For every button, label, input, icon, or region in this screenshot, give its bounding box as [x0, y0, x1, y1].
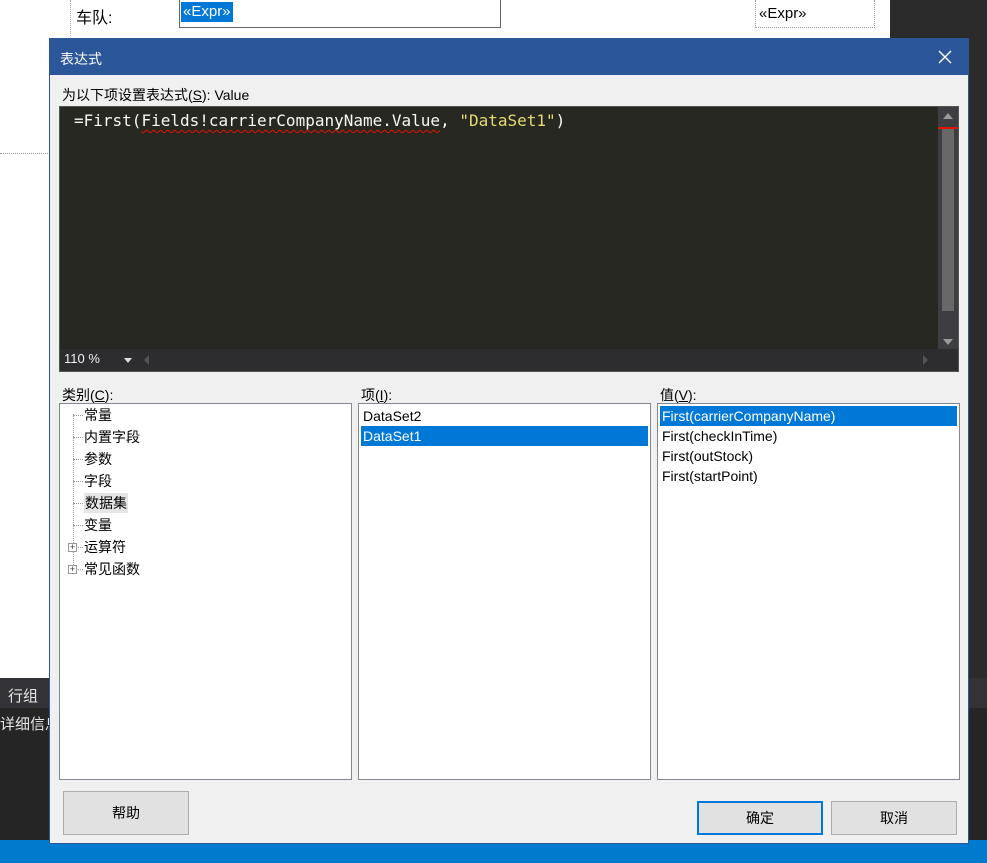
list-item-dataset1[interactable]: DataSet1	[361, 426, 648, 446]
tree-branch	[73, 481, 83, 482]
tree-branch	[73, 525, 83, 526]
row-groups-label: 行组	[8, 688, 39, 705]
expand-plus-icon[interactable]: +	[68, 543, 77, 552]
scroll-up-icon[interactable]	[943, 113, 953, 119]
tree-item-constants[interactable]: 常量	[84, 405, 112, 425]
items-label: 项(I):	[361, 387, 393, 403]
editor-vertical-scrollbar[interactable]	[938, 107, 958, 351]
expression-code[interactable]: =First(Fields!carrierCompanyName.Value, …	[74, 111, 565, 130]
scroll-left-icon[interactable]	[144, 355, 149, 365]
list-item-value[interactable]: First(carrierCompanyName)	[660, 406, 957, 426]
expr-selected-text[interactable]: «Expr»	[181, 2, 233, 22]
category-label: 类别(C):	[62, 387, 114, 403]
field-reference-error: Fields!carrierCompanyName.Value	[141, 111, 441, 130]
cancel-button[interactable]: 取消	[831, 801, 957, 835]
cell-border-guide	[70, 0, 72, 36]
help-button[interactable]: 帮助	[63, 791, 189, 835]
close-button[interactable]	[922, 39, 968, 75]
expand-plus-icon[interactable]: +	[68, 565, 77, 574]
ok-button[interactable]: 确定	[697, 801, 823, 835]
tree-item-datasets[interactable]: 数据集	[84, 493, 128, 513]
expression-dialog: 表达式 为以下项设置表达式(S): Value =First(Fields!ca…	[49, 38, 969, 844]
team-label-cell: 车队:	[76, 10, 113, 27]
string-literal: "DataSet1"	[459, 111, 556, 130]
category-tree[interactable]: 常量 内置字段 参数 字段 数据集 变量 + 运算符 + 常见函数	[59, 403, 352, 780]
list-item-dataset2[interactable]: DataSet2	[361, 406, 648, 426]
tree-item-operators[interactable]: 运算符	[84, 537, 126, 557]
dialog-titlebar[interactable]: 表达式	[50, 39, 968, 75]
tree-item-fields[interactable]: 字段	[84, 471, 112, 491]
values-list[interactable]: First(carrierCompanyName) First(checkInT…	[657, 403, 960, 780]
items-list[interactable]: DataSet2 DataSet1	[358, 403, 651, 780]
chevron-down-icon[interactable]	[124, 358, 132, 363]
scrollbar-thumb[interactable]	[942, 129, 954, 311]
tree-item-parameters[interactable]: 参数	[84, 449, 112, 469]
zoom-level-dropdown[interactable]: 110 %	[64, 351, 100, 366]
values-label: 值(V):	[660, 387, 697, 403]
scroll-right-icon[interactable]	[923, 355, 928, 365]
tree-branch	[73, 459, 83, 460]
tree-branch	[73, 415, 83, 416]
cell-border-guide	[0, 153, 50, 154]
tree-item-variables[interactable]: 变量	[84, 515, 112, 535]
list-item-value[interactable]: First(startPoint)	[660, 466, 957, 486]
tree-branch	[73, 503, 83, 504]
expression-prompt-label: 为以下项设置表达式(S): Value	[62, 87, 250, 103]
close-icon	[938, 50, 952, 64]
scroll-down-icon[interactable]	[943, 339, 953, 345]
expression-editor[interactable]: =First(Fields!carrierCompanyName.Value, …	[59, 106, 959, 372]
list-item-value[interactable]: First(checkInTime)	[660, 426, 957, 446]
tree-item-builtin-fields[interactable]: 内置字段	[84, 427, 140, 447]
tree-branch	[73, 437, 83, 438]
dialog-title: 表达式	[60, 51, 102, 67]
tree-item-common-functions[interactable]: 常见函数	[84, 559, 140, 579]
editor-footer: 110 %	[60, 349, 958, 371]
expr-right-cell[interactable]: «Expr»	[755, 0, 875, 28]
list-item-value[interactable]: First(outStock)	[660, 446, 957, 466]
